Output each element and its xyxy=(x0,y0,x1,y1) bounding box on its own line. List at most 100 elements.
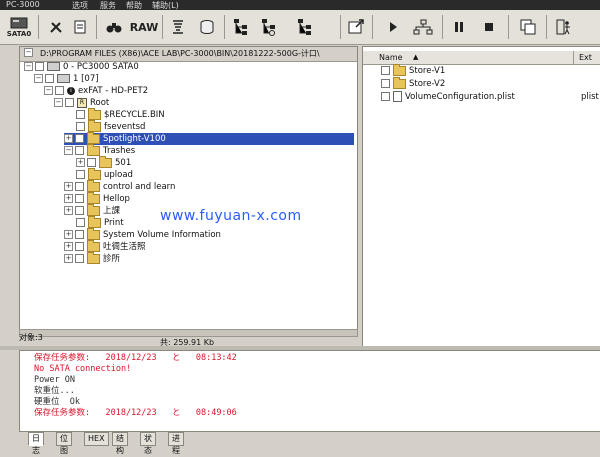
tree-save-icon xyxy=(298,19,311,35)
folder-icon xyxy=(87,227,100,240)
horizontal-scrollbar[interactable] xyxy=(19,329,358,337)
tree-checkbox[interactable] xyxy=(45,74,54,83)
tree-checkbox[interactable] xyxy=(75,242,84,251)
tree-item-partition[interactable]: − 1 [07] xyxy=(34,73,99,85)
sata-drive-button[interactable]: SATA0 xyxy=(4,14,34,40)
tree-item-volume[interactable]: − i exFAT - HD-PET2 xyxy=(44,85,148,97)
list-item[interactable]: Store-V1 xyxy=(381,63,445,77)
tree-item-photos[interactable]: + 吐徟生活照 xyxy=(64,239,146,253)
list-checkbox[interactable] xyxy=(381,66,390,75)
log-line: No SATA connection! xyxy=(34,364,132,374)
path-expand-icon[interactable]: − xyxy=(24,48,35,58)
tools-icon xyxy=(50,22,62,33)
collapse-icon[interactable]: − xyxy=(34,74,43,83)
tree-icon xyxy=(234,19,247,35)
tree-checkbox[interactable] xyxy=(75,146,84,155)
report-button[interactable] xyxy=(70,14,90,40)
tree-export-button[interactable] xyxy=(258,14,280,40)
tree-label: 診所 xyxy=(103,254,121,264)
folder-icon xyxy=(88,215,101,228)
object-count: 对象:3 xyxy=(19,333,43,342)
database-icon xyxy=(200,20,214,35)
list-checkbox[interactable] xyxy=(381,92,390,101)
tree-item-print[interactable]: Print xyxy=(76,215,124,229)
tab-status[interactable]: 状态 xyxy=(140,432,156,455)
tree-label: upload xyxy=(104,170,133,180)
collapse-icon[interactable]: − xyxy=(64,146,73,155)
tree-checkbox[interactable] xyxy=(76,110,85,119)
copy-button[interactable] xyxy=(518,14,538,40)
database-button[interactable] xyxy=(196,14,218,40)
pause-button[interactable] xyxy=(452,14,466,40)
item-name: VolumeConfiguration.plist xyxy=(405,92,515,102)
filter-button[interactable] xyxy=(168,14,188,40)
stop-button[interactable] xyxy=(482,14,496,40)
tree-checkbox[interactable] xyxy=(76,170,85,179)
expand-icon[interactable]: + xyxy=(64,230,73,239)
folder-icon xyxy=(88,119,101,132)
tree-label: $RECYCLE.BIN xyxy=(104,110,165,120)
tree-checkbox[interactable] xyxy=(76,218,85,227)
expand-icon[interactable]: + xyxy=(64,254,73,263)
tree-button[interactable] xyxy=(230,14,252,40)
expand-icon[interactable]: + xyxy=(64,134,73,143)
tree-item-clinic[interactable]: + 診所 xyxy=(64,251,121,265)
export-button[interactable] xyxy=(346,14,366,40)
collapse-icon[interactable]: − xyxy=(44,86,53,95)
copy-icon xyxy=(520,19,536,35)
sort-asc-icon: ▲ xyxy=(413,53,419,61)
info-icon: i xyxy=(67,86,75,95)
tab-process[interactable]: 进程 xyxy=(168,432,184,455)
tree-checkbox[interactable] xyxy=(75,182,84,191)
list-item[interactable]: VolumeConfiguration.plist xyxy=(381,91,515,103)
tree-save-button[interactable] xyxy=(294,14,316,40)
tree-item-root[interactable]: − R Root xyxy=(54,97,109,109)
tree-checkbox[interactable] xyxy=(75,206,84,215)
expand-icon[interactable]: + xyxy=(76,158,85,167)
expand-icon[interactable]: + xyxy=(64,206,73,215)
tree-pane: − D:\PROGRAM FILES (X86)\ACE LAB\PC-3000… xyxy=(19,46,358,330)
tree-label: Print xyxy=(104,218,124,228)
network-button[interactable] xyxy=(412,14,434,40)
tree-checkbox[interactable] xyxy=(55,86,64,95)
tree-item-spotlight[interactable]: + Spotlight-V100 xyxy=(64,131,354,145)
tab-structure[interactable]: 结构 xyxy=(112,432,128,455)
tree-checkbox[interactable] xyxy=(76,122,85,131)
collapse-icon[interactable]: − xyxy=(54,98,63,107)
tab-log[interactable]: 日志 xyxy=(28,432,44,455)
tree-item-hellop[interactable]: + Hellop xyxy=(64,191,130,205)
collapse-icon[interactable]: − xyxy=(24,62,33,71)
tree-checkbox[interactable] xyxy=(75,254,84,263)
tree-checkbox[interactable] xyxy=(75,230,84,239)
tab-hex[interactable]: HEX xyxy=(84,432,109,446)
stop-icon xyxy=(485,23,493,31)
tree-item-drive[interactable]: − 0 - PC3000 SATA0 xyxy=(24,61,139,73)
log-line: 硬重位 Ok xyxy=(34,397,80,407)
tree-checkbox[interactable] xyxy=(75,194,84,203)
tree-item-upload[interactable]: upload xyxy=(76,167,133,181)
tree-checkbox[interactable] xyxy=(75,134,84,143)
tools-button[interactable] xyxy=(46,14,66,40)
pause-icon xyxy=(455,22,463,32)
list-item[interactable]: Store-V2 xyxy=(381,76,445,90)
file-icon xyxy=(393,91,402,102)
raw-button[interactable]: RAW xyxy=(130,14,159,40)
list-checkbox[interactable] xyxy=(381,79,390,88)
tree-checkbox[interactable] xyxy=(87,158,96,167)
column-ext-header[interactable]: Ext xyxy=(579,53,592,62)
exit-button[interactable] xyxy=(554,14,574,40)
tree-checkbox[interactable] xyxy=(65,98,74,107)
expand-icon[interactable]: + xyxy=(64,242,73,251)
search-button[interactable] xyxy=(104,14,124,40)
column-name-header[interactable]: Name xyxy=(379,53,403,62)
expand-icon[interactable]: + xyxy=(64,182,73,191)
network-icon xyxy=(413,19,433,35)
tree-export-icon xyxy=(262,19,275,36)
tree-item-501[interactable]: +501 xyxy=(76,155,131,169)
tree-item-control[interactable]: + control and learn xyxy=(64,179,175,193)
app-title: PC-3000 xyxy=(6,0,40,9)
expand-icon[interactable]: + xyxy=(64,194,73,203)
tree-checkbox[interactable] xyxy=(35,62,44,71)
play-button[interactable] xyxy=(386,14,400,40)
tab-bitmap[interactable]: 位图 xyxy=(56,432,72,455)
